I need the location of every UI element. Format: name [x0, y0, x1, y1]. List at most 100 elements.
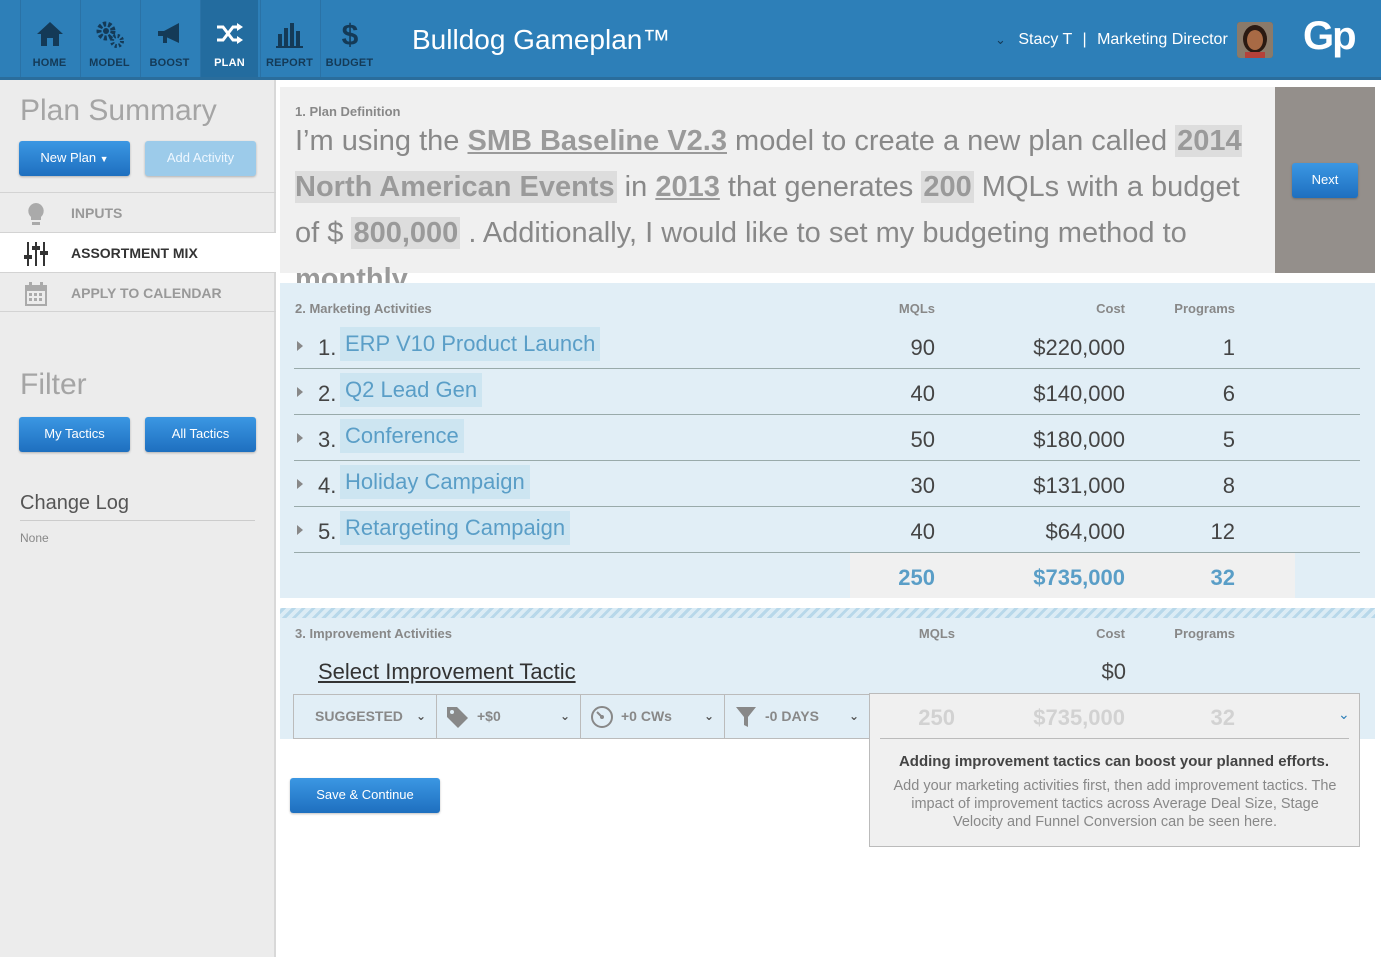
activity-mqls: 30	[910, 473, 935, 498]
nav-boost[interactable]: BOOST	[140, 0, 198, 77]
nav-label: REPORT	[265, 57, 314, 69]
nav-label: BUDGET	[325, 57, 374, 69]
sidebar-item-label: APPLY TO CALENDAR	[71, 285, 222, 301]
add-activity-button[interactable]: Add Activity	[145, 141, 256, 176]
col-header-mqls: MQLs	[918, 626, 955, 641]
sentence-text: . Additionally, I would like to set my b…	[460, 217, 1187, 249]
shuffle-icon	[217, 23, 243, 44]
conversion-dropdown[interactable]: -0 DAYS ⌄	[724, 694, 870, 739]
nav-plan[interactable]: PLAN	[200, 0, 258, 77]
sidebar-item-apply-to-calendar[interactable]: APPLY TO CALENDAR	[0, 272, 276, 312]
brand-logo: Gp	[1303, 14, 1357, 58]
new-plan-button[interactable]: New Plan ▼	[19, 141, 130, 176]
all-tactics-button[interactable]: All Tactics	[145, 417, 256, 452]
nav-home[interactable]: HOME	[20, 0, 78, 77]
activity-cost: $180,000	[1033, 427, 1125, 452]
nav-label: MODEL	[89, 57, 130, 69]
section-divider	[280, 608, 1375, 618]
activity-name[interactable]: Retargeting Campaign	[340, 511, 571, 545]
activity-row[interactable]: 3. Conference 50 $180,000 5	[294, 415, 1360, 461]
chevron-down-icon: ⌄	[415, 709, 426, 723]
user-photo-icon	[1237, 22, 1273, 58]
dropdown-label: +0 CWs	[621, 708, 672, 724]
activity-name[interactable]: ERP V10 Product Launch	[340, 327, 601, 361]
expand-arrow-icon[interactable]	[297, 525, 303, 535]
gears-icon	[96, 21, 124, 48]
model-selector[interactable]: SMB Baseline V2.3	[467, 125, 727, 157]
popup-divider	[880, 738, 1349, 739]
activity-programs: 1	[1222, 335, 1235, 360]
budget-field[interactable]: 800,000	[351, 217, 461, 249]
activity-number: 3.	[318, 427, 337, 452]
marketing-activities-label: 2. Marketing Activities	[295, 301, 432, 316]
chevron-down-icon: ⌄	[848, 709, 859, 723]
change-log-title: Change Log	[20, 492, 255, 521]
activity-row[interactable]: 1. ERP V10 Product Launch 90 $220,000 1	[294, 323, 1360, 369]
activity-number: 1.	[318, 335, 337, 360]
activity-name[interactable]: Conference	[340, 419, 464, 453]
activity-cost: $220,000	[1033, 335, 1125, 360]
projected-mqls: 250	[918, 705, 955, 730]
activity-mqls: 50	[910, 427, 935, 452]
select-improvement-tactic-link[interactable]: Select Improvement Tactic	[318, 659, 576, 685]
plan-definition-label: 1. Plan Definition	[295, 104, 401, 119]
save-continue-button[interactable]: Save & Continue	[290, 778, 440, 813]
activity-cost: $64,000	[1045, 519, 1125, 544]
popup-title: Adding improvement tactics can boost you…	[898, 753, 1330, 770]
dropdown-label: +$0	[477, 708, 501, 724]
expand-arrow-icon[interactable]	[297, 341, 303, 351]
app-title: Bulldog Gameplan™	[412, 24, 671, 55]
suggested-dropdown[interactable]: SUGGESTED ⌄	[293, 694, 437, 739]
col-header-programs: Programs	[1174, 626, 1235, 641]
activity-cost: $131,000	[1033, 473, 1125, 498]
chevron-down-icon: ⌄	[559, 709, 570, 723]
activity-row[interactable]: 5. Retargeting Campaign 40 $64,000 12	[294, 507, 1360, 553]
nav-model[interactable]: MODEL	[80, 0, 138, 77]
plan-definition-sentence: I’m using the SMB Baseline V2.3 model to…	[295, 118, 1270, 302]
total-mqls: 250	[898, 565, 935, 590]
user-name: Stacy T	[1018, 31, 1073, 48]
svg-text:$: $	[342, 20, 359, 48]
expand-arrow-icon[interactable]	[297, 387, 303, 397]
home-icon	[37, 22, 63, 46]
sidebar-item-inputs[interactable]: INPUTS	[0, 192, 276, 232]
total-programs: 32	[1210, 565, 1235, 590]
expand-arrow-icon[interactable]	[297, 479, 303, 489]
user-separator: |	[1082, 31, 1087, 48]
dropdown-label: -0 DAYS	[765, 708, 819, 724]
nav-report[interactable]: REPORT	[260, 0, 318, 77]
year-selector[interactable]: 2013	[655, 171, 720, 203]
activity-row[interactable]: 2. Q2 Lead Gen 40 $140,000 6	[294, 369, 1360, 415]
activity-row[interactable]: 4. Holiday Campaign 30 $131,000 8	[294, 461, 1360, 507]
activity-programs: 12	[1210, 519, 1235, 544]
sidebar-item-assortment-mix[interactable]: ASSORTMENT MIX	[0, 232, 276, 272]
next-button[interactable]: Next	[1292, 163, 1358, 198]
bar-chart-icon	[276, 23, 303, 48]
plan-summary-title: Plan Summary	[20, 94, 217, 127]
nav-label: HOME	[32, 57, 67, 69]
calendar-icon	[25, 282, 47, 306]
mqls-field[interactable]: 200	[921, 171, 974, 203]
new-plan-label: New Plan	[40, 150, 97, 165]
activity-name[interactable]: Holiday Campaign	[340, 465, 530, 499]
chevron-down-icon[interactable]: ⌄	[1338, 706, 1350, 723]
col-header-cost: Cost	[1096, 301, 1125, 316]
activity-programs: 6	[1222, 381, 1235, 406]
nav-label: BOOST	[149, 57, 190, 69]
my-tactics-button[interactable]: My Tactics	[19, 417, 130, 452]
velocity-dropdown[interactable]: +0 CWs ⌄	[580, 694, 725, 739]
tag-icon	[447, 707, 468, 728]
top-navigation-bar: HOME MODEL BOOST PLAN REPORT $ BUDGET Bu…	[0, 0, 1381, 80]
col-header-programs: Programs	[1174, 301, 1235, 316]
expand-arrow-icon[interactable]	[297, 433, 303, 443]
avatar[interactable]	[1237, 22, 1273, 58]
funnel-icon	[736, 707, 756, 727]
activity-programs: 5	[1222, 427, 1235, 452]
deal-size-dropdown[interactable]: +$0 ⌄	[436, 694, 581, 739]
caret-down-icon: ▼	[99, 154, 109, 164]
user-menu[interactable]: ⌄ Stacy T | Marketing Director	[995, 31, 1228, 49]
nav-budget[interactable]: $ BUDGET	[320, 0, 378, 77]
activity-name[interactable]: Q2 Lead Gen	[340, 373, 483, 407]
speedometer-icon	[591, 706, 613, 728]
activity-cost: $140,000	[1033, 381, 1125, 406]
